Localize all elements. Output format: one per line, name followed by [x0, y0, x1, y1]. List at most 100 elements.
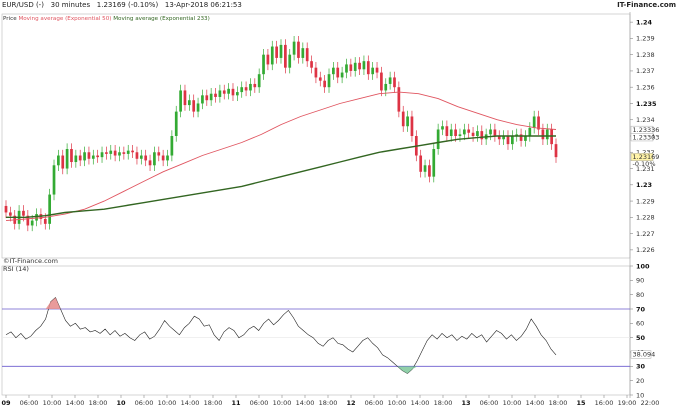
candle [301, 48, 305, 58]
candle [48, 194, 52, 224]
candle [118, 152, 121, 156]
x-tick-label: 10:00 [388, 399, 407, 407]
candle [471, 132, 475, 136]
candle [366, 61, 370, 75]
x-tick-label: 18:00 [434, 399, 453, 407]
candle [262, 54, 265, 75]
candle [209, 93, 213, 101]
candle [297, 41, 300, 58]
candle [227, 88, 230, 94]
candle [554, 144, 558, 158]
x-tick-label: 14:00 [296, 399, 315, 407]
candle [135, 152, 139, 159]
candle [214, 93, 217, 97]
price-y-tick-label: 1.226 [636, 246, 655, 254]
candle [327, 74, 331, 88]
candle [170, 136, 174, 156]
candle [100, 152, 104, 158]
candle [436, 129, 440, 150]
candle [157, 152, 161, 156]
candle [541, 129, 545, 140]
x-tick-label: 06:00 [135, 399, 154, 407]
candle [231, 88, 235, 96]
candle [506, 136, 510, 145]
candle [432, 149, 436, 177]
candle [362, 61, 366, 70]
candle [61, 155, 65, 169]
rsi-y-tick-label: 90 [636, 277, 644, 285]
candle [201, 95, 204, 104]
rsi-y-tick-label: 100 [636, 262, 650, 270]
candle [22, 210, 25, 216]
candle [122, 152, 126, 154]
candle [323, 80, 327, 88]
rsi-y-tick-label: 60 [636, 320, 644, 328]
candle [510, 136, 514, 145]
x-tick-label: 13 [461, 399, 470, 407]
candle [78, 155, 82, 161]
candle [35, 214, 38, 221]
candle [57, 155, 60, 166]
x-tick-label: 10:00 [273, 399, 292, 407]
candle [462, 129, 466, 135]
candle [52, 165, 56, 195]
candle [179, 90, 182, 112]
candle [126, 150, 130, 154]
candle [205, 95, 209, 101]
candle [161, 155, 165, 161]
candle [244, 87, 248, 91]
x-tick-label: 19:00 [618, 399, 637, 407]
candle [192, 100, 196, 112]
candle [537, 116, 540, 130]
price-y-tick-label: 1.234 [636, 116, 655, 124]
candle [332, 67, 335, 75]
x-tick-label: 10:00 [503, 399, 522, 407]
x-tick-label: 10:00 [158, 399, 177, 407]
candle [279, 44, 283, 58]
candle [423, 165, 427, 172]
candle [524, 136, 527, 141]
candle [406, 116, 409, 127]
candle [218, 90, 222, 97]
candle [375, 67, 379, 73]
x-tick-label: 12 [346, 399, 355, 407]
candle [358, 62, 361, 70]
candle [449, 129, 453, 136]
candle [318, 77, 322, 81]
candle [476, 131, 479, 136]
x-tick-label: 14:00 [66, 399, 85, 407]
candle [174, 111, 178, 136]
x-tick-label: 16:00 [595, 399, 614, 407]
legend-ma233: Moving average (Exponential 233) [113, 16, 210, 22]
candle [187, 100, 191, 106]
candle [222, 90, 226, 94]
candle [397, 87, 401, 112]
rsi-y-tick-label: 30 [636, 363, 646, 371]
candle [467, 129, 471, 133]
candle [353, 62, 357, 71]
candle [87, 152, 91, 159]
candle [393, 77, 396, 88]
candle [532, 116, 536, 128]
candle [288, 54, 292, 68]
rsi-y-tick-label: 20 [636, 377, 644, 385]
rsi-y-tick-label: 70 [636, 305, 646, 313]
candle [410, 116, 414, 136]
candle [235, 92, 239, 96]
price-chart-area[interactable]: Price Moving average (Exponential 50) Mo… [0, 0, 679, 407]
rsi-plot-frame [1, 265, 631, 396]
candle [70, 149, 73, 163]
x-tick-label: 11 [231, 399, 241, 407]
x-tick-label: 18:00 [549, 399, 568, 407]
price-y-tick-label: 1.239 [636, 35, 655, 43]
candle [419, 155, 423, 172]
x-tick-label: 06:00 [480, 399, 499, 407]
rsi-value-callout: 38.094 [633, 351, 656, 359]
x-tick-label: 10:00 [43, 399, 62, 407]
legend-ma50: Moving average (Exponential 50) [18, 16, 113, 22]
candle [105, 152, 108, 154]
rsi-y-tick-label: 10 [636, 391, 644, 399]
candle [139, 155, 143, 159]
candle [528, 127, 532, 136]
candle [441, 126, 444, 130]
